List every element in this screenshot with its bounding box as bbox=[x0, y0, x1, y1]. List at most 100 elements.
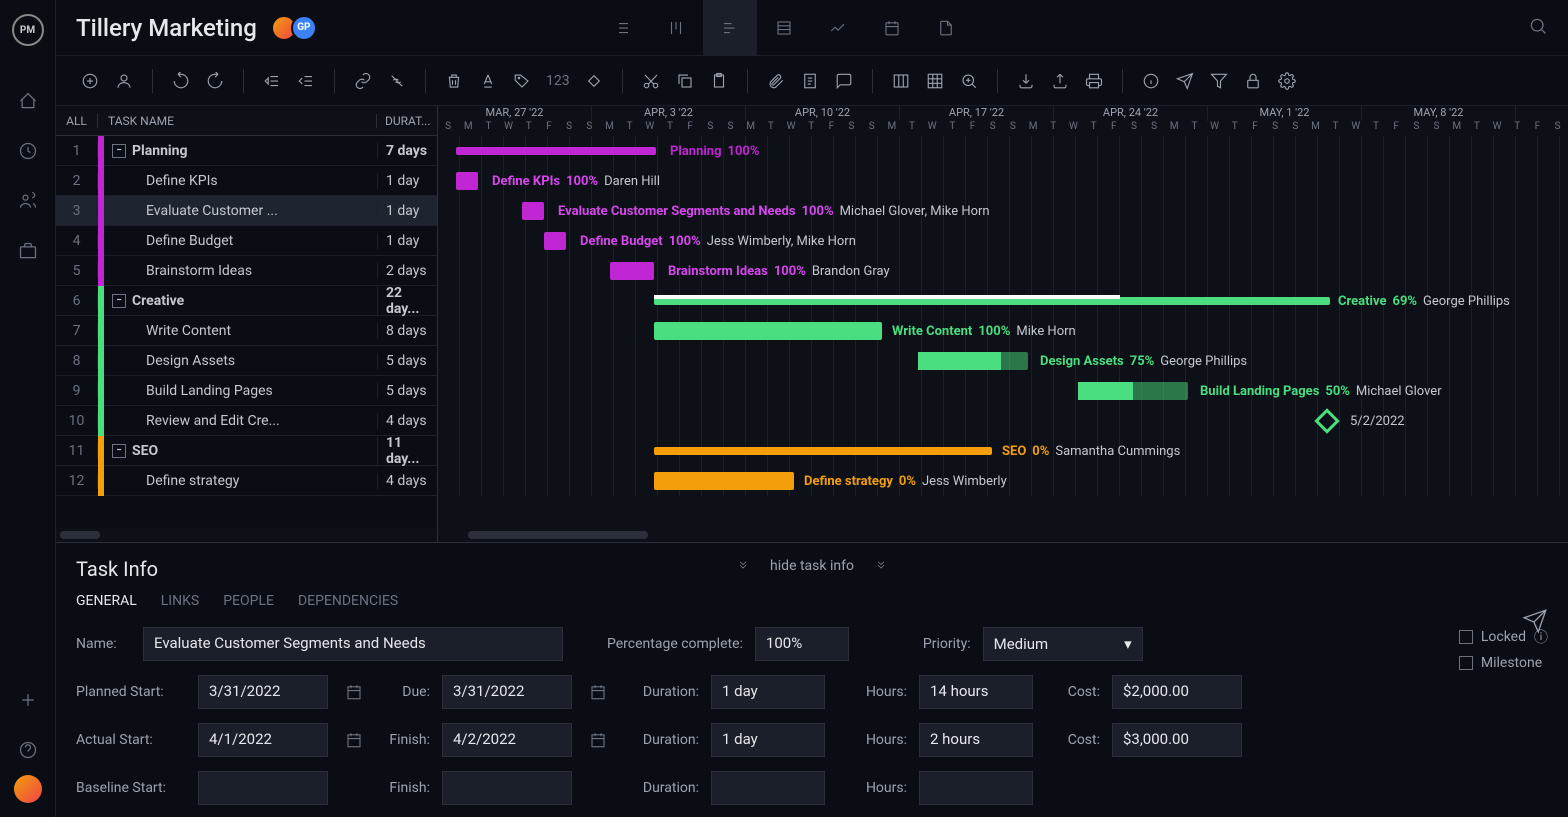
finish-input[interactable]: 4/2/2022 bbox=[442, 723, 572, 757]
planned-start-input[interactable]: 3/31/2022 bbox=[198, 675, 328, 709]
link-button[interactable] bbox=[349, 67, 377, 95]
chart-view-icon[interactable] bbox=[811, 0, 865, 56]
plus-icon[interactable] bbox=[14, 686, 42, 714]
table-row[interactable]: 5 Brainstorm Ideas 2 days bbox=[56, 256, 437, 286]
baseline-duration-input[interactable] bbox=[711, 771, 825, 805]
hours-input[interactable]: 14 hours bbox=[919, 675, 1033, 709]
gantt-scrollbar[interactable] bbox=[438, 528, 1568, 542]
name-input[interactable]: Evaluate Customer Segments and Needs bbox=[143, 627, 563, 661]
print-button[interactable] bbox=[1080, 67, 1108, 95]
tab-general[interactable]: GENERAL bbox=[76, 593, 137, 609]
tab-dependencies[interactable]: DEPENDENCIES bbox=[298, 593, 398, 609]
assign-button[interactable] bbox=[110, 67, 138, 95]
tab-links[interactable]: LINKS bbox=[161, 593, 199, 609]
collapse-icon[interactable]: − bbox=[112, 444, 126, 458]
gantt-bar[interactable] bbox=[544, 232, 566, 250]
table-row[interactable]: 9 Build Landing Pages 5 days bbox=[56, 376, 437, 406]
gantt-bar[interactable] bbox=[654, 322, 882, 340]
board-view-icon[interactable] bbox=[649, 0, 703, 56]
gantt-bar[interactable] bbox=[654, 472, 794, 490]
indent-button[interactable] bbox=[292, 67, 320, 95]
name-column[interactable]: TASK NAME bbox=[98, 114, 377, 128]
undo-button[interactable] bbox=[167, 67, 195, 95]
comment-button[interactable] bbox=[830, 67, 858, 95]
hide-panel-button[interactable]: hide task info bbox=[736, 557, 888, 575]
gantt-bar[interactable] bbox=[522, 202, 544, 220]
export-button[interactable] bbox=[1046, 67, 1074, 95]
grid-button[interactable] bbox=[921, 67, 949, 95]
gantt-bar[interactable] bbox=[610, 262, 654, 280]
send-button[interactable] bbox=[1171, 67, 1199, 95]
gantt-view-icon[interactable] bbox=[703, 0, 757, 56]
unlink-button[interactable] bbox=[383, 67, 411, 95]
table-row[interactable]: 7 Write Content 8 days bbox=[56, 316, 437, 346]
baseline-finish-input[interactable] bbox=[442, 771, 572, 805]
settings-button[interactable] bbox=[1273, 67, 1301, 95]
table-row[interactable]: 11 −SEO 11 day... bbox=[56, 436, 437, 466]
clock-icon[interactable] bbox=[14, 137, 42, 165]
columns-button[interactable] bbox=[887, 67, 915, 95]
gantt-bar[interactable] bbox=[456, 172, 478, 190]
user-avatar[interactable] bbox=[14, 775, 42, 803]
gantt-bar[interactable] bbox=[1078, 382, 1188, 400]
milestone-button[interactable] bbox=[580, 67, 608, 95]
baseline-hours-input[interactable] bbox=[919, 771, 1033, 805]
cut-button[interactable] bbox=[637, 67, 665, 95]
calendar-icon[interactable] bbox=[584, 675, 612, 709]
attach-button[interactable] bbox=[762, 67, 790, 95]
file-view-icon[interactable] bbox=[919, 0, 973, 56]
info-button[interactable] bbox=[1137, 67, 1165, 95]
collapse-icon[interactable]: − bbox=[112, 144, 126, 158]
table-row[interactable]: 4 Define Budget 1 day bbox=[56, 226, 437, 256]
gantt-bar[interactable] bbox=[456, 147, 656, 155]
outdent-button[interactable] bbox=[258, 67, 286, 95]
gantt-bar[interactable] bbox=[918, 352, 1028, 370]
filter-button[interactable] bbox=[1205, 67, 1233, 95]
calendar-view-icon[interactable] bbox=[865, 0, 919, 56]
add-button[interactable] bbox=[76, 67, 104, 95]
milestone-marker[interactable] bbox=[1314, 408, 1339, 433]
due-input[interactable]: 3/31/2022 bbox=[442, 675, 572, 709]
tab-people[interactable]: PEOPLE bbox=[223, 593, 274, 609]
project-members[interactable]: GP bbox=[277, 15, 317, 41]
duration-input[interactable]: 1 day bbox=[711, 723, 825, 757]
all-column[interactable]: ALL bbox=[56, 114, 98, 128]
calendar-icon[interactable] bbox=[340, 675, 368, 709]
milestone-checkbox[interactable]: Milestone bbox=[1459, 655, 1548, 671]
table-row[interactable]: 8 Design Assets 5 days bbox=[56, 346, 437, 376]
table-row[interactable]: 10 Review and Edit Cre... 4 days bbox=[56, 406, 437, 436]
table-row[interactable]: 6 −Creative 22 day... bbox=[56, 286, 437, 316]
table-row[interactable]: 1 −Planning 7 days bbox=[56, 136, 437, 166]
home-icon[interactable] bbox=[14, 87, 42, 115]
lock-button[interactable] bbox=[1239, 67, 1267, 95]
import-button[interactable] bbox=[1012, 67, 1040, 95]
grid-scrollbar[interactable] bbox=[56, 528, 437, 542]
app-logo[interactable]: PM bbox=[12, 14, 44, 46]
actual-start-input[interactable]: 4/1/2022 bbox=[198, 723, 328, 757]
cost-input[interactable]: $2,000.00 bbox=[1112, 675, 1242, 709]
text-color-button[interactable] bbox=[474, 67, 502, 95]
zoom-button[interactable] bbox=[955, 67, 983, 95]
people-icon[interactable] bbox=[14, 187, 42, 215]
pct-input[interactable]: 100% bbox=[755, 627, 849, 661]
list-view-icon[interactable] bbox=[595, 0, 649, 56]
briefcase-icon[interactable] bbox=[14, 237, 42, 265]
calendar-icon[interactable] bbox=[340, 723, 368, 757]
hours-input[interactable]: 2 hours bbox=[919, 723, 1033, 757]
sheet-view-icon[interactable] bbox=[757, 0, 811, 56]
calendar-icon[interactable] bbox=[584, 723, 612, 757]
info-icon[interactable]: ⓘ bbox=[1534, 627, 1548, 647]
priority-select[interactable]: Medium▾ bbox=[983, 627, 1143, 661]
search-icon[interactable] bbox=[1528, 16, 1548, 40]
copy-button[interactable] bbox=[671, 67, 699, 95]
tag-button[interactable] bbox=[508, 67, 536, 95]
member-avatar[interactable]: GP bbox=[291, 15, 317, 41]
duration-column[interactable]: DURAT... bbox=[377, 114, 437, 128]
table-row[interactable]: 3 Evaluate Customer ... 1 day bbox=[56, 196, 437, 226]
gantt-bar[interactable] bbox=[654, 297, 1330, 305]
gantt-chart[interactable]: MAR, 27 '22APR, 3 '22APR, 10 '22APR, 17 … bbox=[438, 106, 1568, 542]
gantt-bar[interactable] bbox=[654, 447, 992, 455]
collapse-icon[interactable]: − bbox=[112, 294, 126, 308]
help-icon[interactable] bbox=[14, 736, 42, 764]
redo-button[interactable] bbox=[201, 67, 229, 95]
